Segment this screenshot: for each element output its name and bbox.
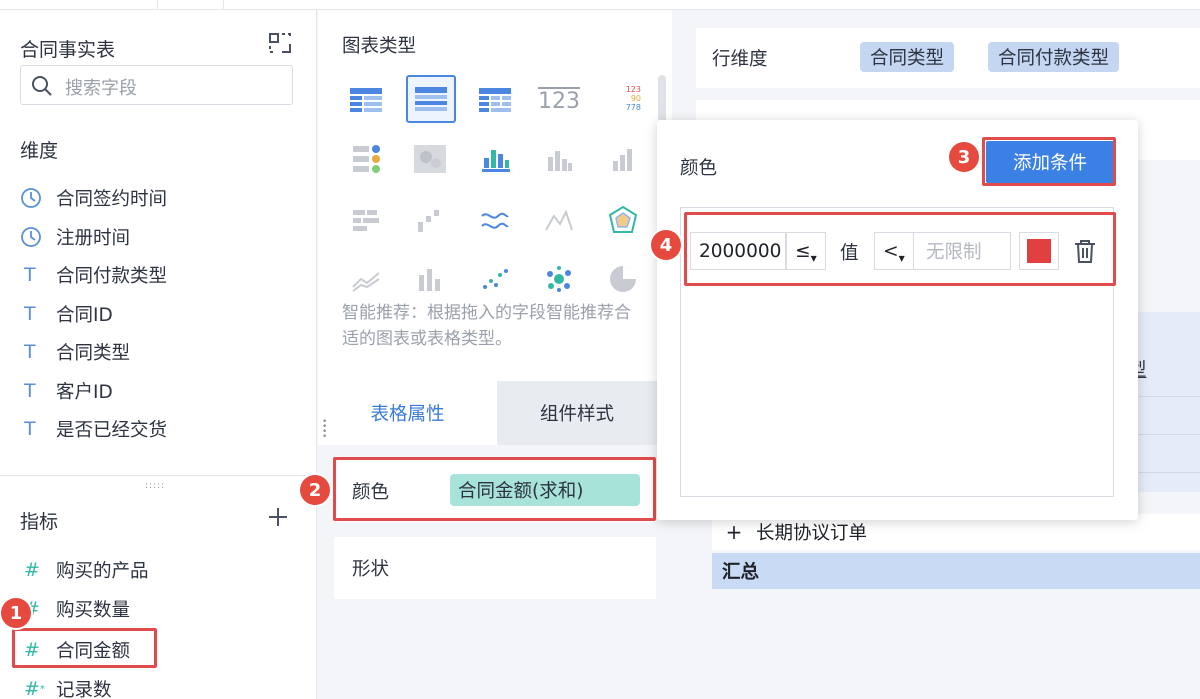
dimension-label: 合同签约时间 (56, 189, 168, 210)
kpi-list-icon[interactable] (348, 143, 384, 175)
bar-chart-icon[interactable] (541, 143, 577, 175)
metric-label: 购买的产品 (56, 561, 149, 582)
highlight-box-2 (333, 457, 656, 521)
dimension-item[interactable]: T 合同ID (20, 299, 113, 329)
metric-label: 购买数量 (56, 600, 131, 621)
text-type-icon: T (24, 303, 36, 325)
text-type-icon: T (24, 341, 36, 363)
line-chart-icon[interactable] (477, 204, 513, 236)
clock-icon (20, 226, 56, 248)
table-icon[interactable] (348, 84, 384, 116)
grouped-table-icon[interactable] (406, 75, 456, 123)
dimension-item[interactable]: T 是否已经交货 (20, 414, 167, 444)
dimension-label: 合同类型 (56, 343, 131, 364)
dimension-item[interactable]: T 客户ID (20, 376, 113, 406)
dimension-label: 注册时间 (56, 228, 131, 249)
chart-types-title: 图表类型 (342, 36, 417, 57)
highlight-box-4 (684, 212, 1116, 286)
table-row-label: 长期协议订单 (756, 523, 868, 544)
shape-property-label: 形状 (352, 559, 390, 580)
bar-horizontal-icon[interactable] (348, 204, 384, 236)
metric-item[interactable]: # 购买的产品 (20, 555, 149, 585)
switch-table-icon[interactable] (267, 30, 293, 56)
row-dimension-label: 行维度 (712, 49, 768, 70)
expand-icon[interactable]: + (712, 520, 756, 544)
top-tab[interactable] (0, 0, 158, 10)
radar-icon[interactable] (605, 204, 641, 236)
metric-item[interactable]: # 购买数量 (20, 594, 130, 624)
text-type-icon: T (24, 418, 36, 440)
waterfall-icon[interactable] (412, 204, 448, 236)
shape-property-row[interactable]: 形状 (334, 537, 656, 599)
smart-recommend-hint: 智能推荐：根据拖入的字段智能推荐合适的图表或表格类型。 (342, 303, 631, 349)
dimension-item[interactable]: T 合同类型 (20, 337, 130, 367)
search-placeholder: 搜索字段 (65, 78, 137, 99)
color-table-icon[interactable]: 123 90 778 (605, 82, 641, 114)
dimension-label: 合同ID (56, 305, 113, 326)
search-icon (32, 76, 52, 96)
table-title: 合同事实表 (20, 39, 116, 61)
heat-bar-icon[interactable] (477, 143, 513, 175)
bubble-icon[interactable] (541, 263, 577, 295)
combo-chart-icon[interactable] (412, 263, 448, 295)
total-row: 汇总 (712, 553, 1200, 589)
stacked-line-icon[interactable] (348, 263, 384, 295)
number-type-icon: # (24, 559, 40, 581)
field-search[interactable]: 搜索字段 (20, 65, 293, 105)
dimension-item[interactable]: 合同签约时间 (20, 183, 167, 213)
metrics-header: 指标 (20, 511, 59, 533)
cross-table-icon[interactable] (477, 84, 513, 116)
total-label: 汇总 (722, 562, 760, 583)
text-type-icon: T (24, 264, 36, 286)
dimension-label: 是否已经交货 (56, 420, 168, 441)
metric-item[interactable]: # * 记录数 (20, 674, 112, 699)
step-badge-1: 1 (1, 598, 31, 628)
number-card-icon[interactable]: 123 (538, 84, 580, 116)
tab-component-style[interactable]: 组件样式 (497, 381, 657, 445)
top-strip (0, 0, 1200, 10)
dimension-label: 合同付款类型 (56, 266, 168, 287)
number-type-icon: # * (24, 678, 45, 699)
tab-table-properties[interactable]: 表格属性 (318, 381, 497, 445)
vertical-grip-icon[interactable]: • • • • (322, 418, 327, 442)
dimensions-header: 维度 (20, 140, 59, 162)
step-badge-2: 2 (300, 475, 330, 505)
text-type-icon: T (24, 380, 36, 402)
row-chip[interactable]: 合同付款类型 (988, 42, 1120, 72)
resize-grip-icon[interactable]: ::::: (145, 481, 165, 491)
highlight-box-3 (982, 137, 1116, 186)
step-badge-3: 3 (949, 142, 979, 172)
highlight-box-1 (12, 628, 157, 668)
top-tab[interactable] (158, 0, 224, 10)
pie-icon[interactable] (605, 263, 641, 295)
row-chip[interactable]: 合同类型 (860, 42, 955, 72)
metric-label: 记录数 (56, 680, 112, 699)
dimension-item[interactable]: 注册时间 (20, 222, 130, 252)
add-metric-icon[interactable] (266, 505, 290, 529)
dimension-item[interactable]: T 合同付款类型 (20, 260, 167, 290)
property-tabs: 表格属性 组件样式 (318, 381, 672, 445)
clock-icon (20, 187, 56, 209)
step-badge-4: 4 (651, 230, 681, 260)
dimension-label: 客户ID (56, 382, 113, 403)
column-chart-icon[interactable] (605, 143, 641, 175)
scatter-icon[interactable] (477, 263, 513, 295)
popup-title: 颜色 (680, 158, 718, 179)
map-icon[interactable] (412, 143, 448, 175)
panel-divider (0, 475, 317, 476)
area-line-icon[interactable] (541, 204, 577, 236)
